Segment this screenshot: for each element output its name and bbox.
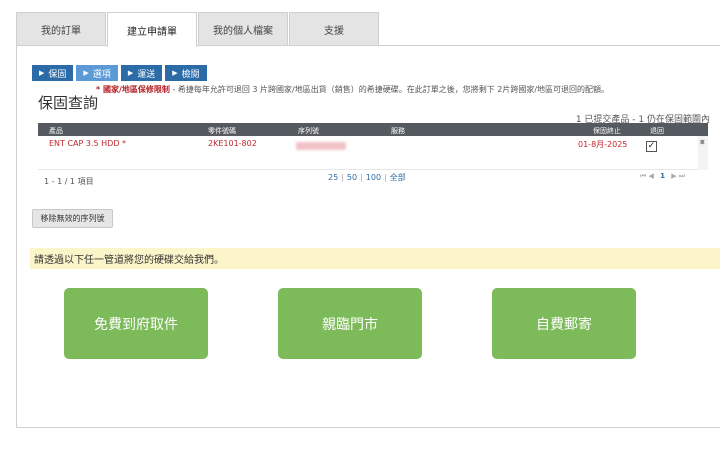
- grid-scrollbar[interactable]: ▲ ▼: [698, 136, 708, 170]
- warranty-grid: 產品 零件號碼 序列號 服務 保固終止 退回 ENT CAP 3.5 HDD *…: [38, 123, 708, 170]
- pager-item-count: 1 - 1 / 1 項目: [44, 177, 94, 186]
- step-label: 檢閱: [181, 69, 200, 80]
- country-limit-notice: * 國家/地區保修限制 - 希捷每年允許可退回 3 片跨國家/地區出貨（銷售）的…: [96, 84, 609, 95]
- self-mail-button[interactable]: 自費郵寄: [492, 288, 636, 359]
- play-icon: ▶: [39, 69, 45, 77]
- first-page-icon[interactable]: ⏮: [640, 172, 646, 180]
- header-warranty-end[interactable]: 保固終止: [593, 126, 621, 136]
- content-panel: [16, 45, 720, 428]
- wizard-steps: ▶ 保固 ▶ 選項 ▶ 運送 ▶ 檢閱: [32, 65, 210, 81]
- notice-highlight: * 國家/地區保修限制: [96, 85, 170, 94]
- page-title: 保固查詢: [38, 94, 99, 112]
- step-label: 選項: [92, 69, 111, 80]
- divider: |: [384, 173, 387, 182]
- current-page[interactable]: 1: [660, 172, 665, 180]
- tab-create-request[interactable]: 建立申請單: [107, 12, 197, 47]
- table-row: ENT CAP 3.5 HDD * 2KE101-802 01-8月-2025 …: [38, 136, 708, 170]
- header-service[interactable]: 服務: [391, 126, 405, 136]
- next-page-icon[interactable]: ▶: [671, 172, 676, 180]
- page-size-50[interactable]: 50: [347, 173, 357, 182]
- step-review[interactable]: ▶ 檢閱: [165, 65, 207, 81]
- header-return[interactable]: 退回: [650, 126, 664, 136]
- page-size-25[interactable]: 25: [328, 173, 338, 182]
- page-size-all[interactable]: 全部: [390, 173, 406, 182]
- divider: |: [360, 173, 363, 182]
- return-checkbox[interactable]: ✓: [646, 141, 657, 152]
- play-icon: ▶: [172, 69, 178, 77]
- grid-header: 產品 零件號碼 序列號 服務 保固終止 退回: [38, 123, 708, 136]
- step-label: 保固: [48, 69, 67, 80]
- step-shipping[interactable]: ▶ 運送: [120, 65, 163, 81]
- step-label: 運送: [137, 69, 156, 80]
- header-part-number[interactable]: 零件號碼: [208, 126, 236, 136]
- divider: |: [341, 173, 344, 182]
- delivery-method-banner: 請透過以下任一管道將您的硬碟交給我們。: [30, 248, 720, 269]
- tab-support[interactable]: 支援: [289, 12, 379, 46]
- page-size-selector: 25 | 50 | 100 | 全部: [328, 172, 406, 183]
- free-pickup-button[interactable]: 免費到府取件: [64, 288, 208, 359]
- cell-part-number: 2KE101-802: [208, 139, 257, 148]
- cell-warranty-end: 01-8月-2025: [578, 140, 628, 149]
- header-product[interactable]: 產品: [49, 126, 63, 136]
- step-options[interactable]: ▶ 選項: [76, 65, 118, 81]
- step-warranty[interactable]: ▶ 保固: [32, 65, 74, 81]
- page-size-100[interactable]: 100: [366, 173, 381, 182]
- notice-text: - 希捷每年允許可退回 3 片跨國家/地區出貨（銷售）的希捷硬碟。在此訂單之後，…: [169, 85, 610, 94]
- pager-navigation: ⏮ ◀ 1 ▶ ⏭: [640, 172, 685, 181]
- last-page-icon[interactable]: ⏭: [679, 172, 685, 180]
- remove-invalid-serials-button[interactable]: 移除無效的序列號: [32, 209, 113, 228]
- play-icon: ▶: [83, 69, 89, 77]
- tab-bar: 我的訂單 建立申請單 我的個人檔案 支援: [16, 12, 380, 47]
- tab-my-profile[interactable]: 我的個人檔案: [198, 12, 288, 46]
- serial-redacted: [296, 142, 346, 150]
- prev-page-icon[interactable]: ◀: [649, 172, 654, 180]
- header-serial[interactable]: 序列號: [298, 126, 319, 136]
- tab-my-orders[interactable]: 我的訂單: [16, 12, 106, 46]
- play-icon: ▶: [127, 69, 134, 77]
- walk-in-store-button[interactable]: 親臨門市: [278, 288, 422, 359]
- cell-product: ENT CAP 3.5 HDD *: [49, 139, 127, 148]
- scroll-down-icon[interactable]: ▼: [700, 139, 705, 168]
